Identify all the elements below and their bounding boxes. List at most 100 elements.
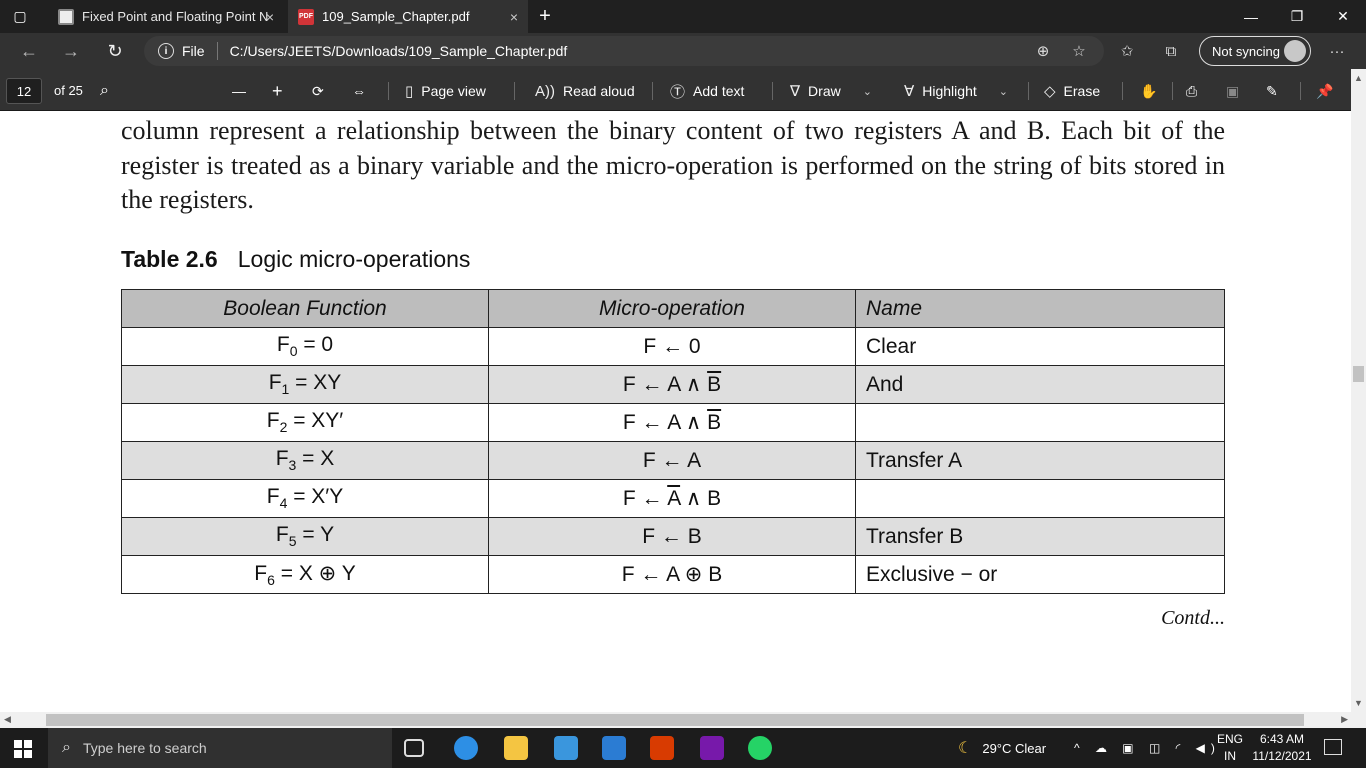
store-icon[interactable] [554, 736, 578, 760]
divider [1172, 82, 1173, 100]
scheme-label: File [182, 43, 205, 59]
micro-operation-cell: F ← A ∧ B [488, 403, 856, 442]
mo-lhs: F ← [621, 563, 667, 586]
page-view-icon: ▯ [405, 83, 414, 100]
info-icon[interactable]: i [158, 43, 174, 59]
divider [1300, 82, 1301, 100]
fit-width-icon[interactable]: ⇔ [352, 80, 366, 102]
chevron-down-icon[interactable]: ⌄ [999, 85, 1008, 98]
zoom-icon[interactable]: ⊕ [1032, 41, 1054, 61]
weather-text: 29°C Clear [982, 740, 1047, 756]
refresh-icon[interactable]: ↻ [100, 39, 130, 63]
scroll-left-icon[interactable]: ◀ [4, 714, 11, 725]
page-total: of 25 [54, 83, 83, 98]
rotate-icon[interactable]: ⟳ [312, 80, 324, 102]
micro-operation-cell: F ← A ⊕ B [488, 555, 856, 594]
touch-icon[interactable]: ✋ [1140, 80, 1157, 102]
mo-complement: B [707, 411, 722, 434]
task-view-icon[interactable] [404, 739, 424, 757]
divider [514, 82, 515, 100]
vertical-scrollbar[interactable]: ▲ ▼ [1351, 69, 1366, 712]
tab-title: 109_Sample_Chapter.pdf [322, 9, 470, 24]
tab-fixed-point[interactable]: Fixed Point and Floating Point N × [48, 0, 284, 33]
edge-browser-icon[interactable] [454, 736, 478, 760]
scrollbar-thumb[interactable] [46, 714, 1304, 726]
search-icon[interactable]: ⌕ [100, 80, 109, 102]
mo-pre: 0 [688, 334, 701, 358]
draw-label: Draw [808, 83, 841, 99]
address-field[interactable]: i File C:/Users/JEETS/Downloads/109_Samp… [144, 36, 1104, 66]
url-text: C:/Users/JEETS/Downloads/109_Sample_Chap… [229, 43, 568, 59]
collections-icon[interactable]: ⧉ [1160, 41, 1182, 61]
profile-sync-button[interactable]: Not syncing [1199, 36, 1311, 66]
mail-icon[interactable] [602, 736, 626, 760]
minimize-button[interactable]: — [1228, 0, 1274, 33]
scroll-down-icon[interactable]: ▼ [1354, 698, 1363, 708]
windows-start-icon[interactable] [14, 740, 32, 758]
tab-close-icon[interactable]: × [266, 9, 274, 25]
mo-pre: A ∧ [667, 411, 708, 434]
column-header: Boolean Function [121, 289, 489, 328]
onenote-icon[interactable] [700, 736, 724, 760]
tab-sample-chapter[interactable]: PDF 109_Sample_Chapter.pdf × [288, 0, 528, 33]
tab-close-icon[interactable]: × [510, 9, 518, 25]
function-expression: = X ⊕ Y [274, 561, 356, 585]
page-view-button[interactable]: ▯ Page view [405, 80, 486, 102]
restore-button[interactable]: ❐ [1274, 0, 1320, 33]
clock-time: 6:43 AM [1259, 732, 1305, 746]
mo-lhs: F ← [642, 448, 688, 472]
taskbar: ⌕ Type here to search ☾ 29°C Clear ^ ☁ ▣… [0, 728, 1366, 768]
tab-actions-icon[interactable]: ▢ [0, 0, 40, 33]
close-window-button[interactable]: ✕ [1320, 0, 1366, 33]
zoom-in-button[interactable]: + [272, 80, 283, 102]
taskbar-search-box[interactable]: ⌕ Type here to search [48, 728, 392, 768]
add-text-label: Add text [693, 83, 745, 99]
draw-button[interactable]: ∇ Draw ⌄ [790, 80, 872, 102]
add-favorite-icon[interactable]: ☆ [1068, 41, 1090, 61]
chevron-down-icon[interactable]: ⌄ [863, 85, 872, 98]
pdf-toolbar: 12 of 25 ⌕ — + ⟳ ⇔ ▯ Page view A)) Read al… [0, 69, 1366, 111]
divider [772, 82, 773, 100]
whatsapp-icon[interactable] [748, 736, 772, 760]
file-explorer-icon[interactable] [504, 736, 528, 760]
erase-button[interactable]: ◇ Erase [1044, 80, 1100, 102]
favorites-icon[interactable]: ✩ [1116, 41, 1138, 61]
pin-toolbar-icon[interactable]: 📌 [1316, 80, 1333, 102]
save-as-icon[interactable]: ✎ [1266, 80, 1278, 102]
pdf-page-view[interactable]: column represent a relationship between … [0, 111, 1351, 712]
page-favicon-icon [58, 8, 74, 25]
system-tray-icons[interactable]: ^ ☁ ▣ ◫ ◜ ◀) [1074, 728, 1221, 768]
mo-lhs: F ← [642, 524, 688, 548]
table-row: F6 = X ⊕ Y F ← A ⊕ B Exclusive − or [121, 555, 1225, 594]
new-tab-button[interactable]: + [522, 0, 568, 33]
clock-date: 11/12/2021 [1252, 749, 1312, 763]
divider [216, 42, 218, 60]
page-number-input[interactable]: 12 [6, 78, 42, 104]
weather-widget[interactable]: ☾ 29°C Clear [958, 728, 1046, 768]
zoom-out-button[interactable]: — [232, 80, 246, 102]
print-icon[interactable]: ⎙ [1186, 80, 1197, 102]
logic-micro-operations-table: Boolean Function Micro-operation Name F0… [121, 289, 1225, 594]
notifications-icon[interactable] [1324, 739, 1342, 755]
language-indicator[interactable]: ENG IN [1210, 731, 1250, 765]
highlight-button[interactable]: ∀ Highlight ⌄ [904, 80, 1008, 102]
read-aloud-button[interactable]: A)) Read aloud [535, 80, 635, 102]
add-text-button[interactable]: Ⓣ Add text [670, 80, 744, 102]
sync-label: Not syncing [1212, 43, 1280, 59]
table-label: Table 2.6 [121, 246, 218, 272]
back-arrow-icon[interactable]: ← [14, 39, 44, 63]
more-icon[interactable]: ··· [1326, 41, 1348, 61]
scroll-up-icon[interactable]: ▲ [1354, 73, 1363, 83]
save-icon[interactable]: ▣ [1226, 80, 1239, 102]
scrollbar-thumb[interactable] [1353, 366, 1364, 382]
micro-operation-cell: F ← 0 [488, 327, 856, 366]
divider [1122, 82, 1123, 100]
table-row: F2 = XY′ F ← A ∧ B [121, 403, 1225, 442]
horizontal-scrollbar[interactable]: ◀ ▶ [0, 712, 1366, 728]
mo-complement: A [667, 487, 681, 510]
clock[interactable]: 6:43 AM 11/12/2021 [1250, 731, 1314, 765]
scroll-right-icon[interactable]: ▶ [1341, 714, 1348, 725]
forward-arrow-icon[interactable]: → [56, 39, 86, 63]
name-cell: Clear [855, 327, 1225, 366]
office-icon[interactable] [650, 736, 674, 760]
